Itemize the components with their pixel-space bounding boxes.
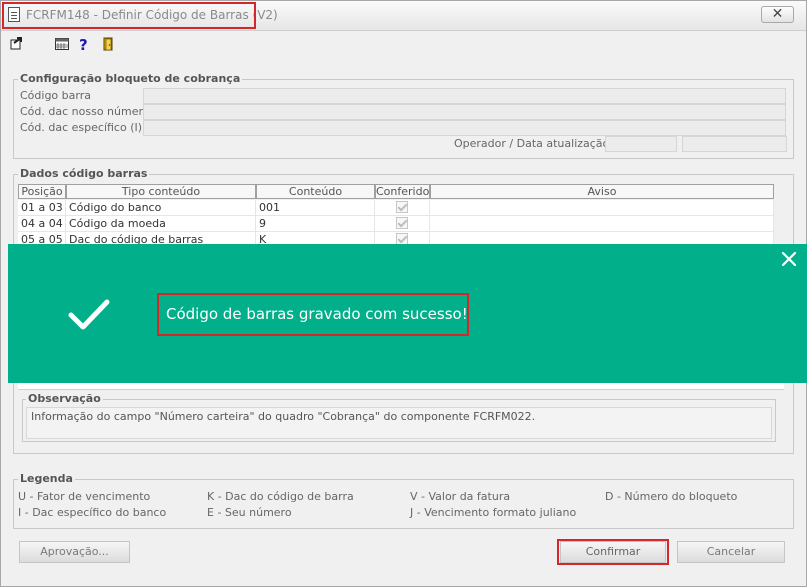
col-header-conteudo[interactable]: Conteúdo [256, 184, 375, 199]
table-cell-aviso[interactable] [430, 216, 774, 232]
table-cell-tipo[interactable]: Código da moeda [66, 216, 256, 232]
export-icon[interactable] [10, 37, 24, 51]
main-window: FCRFM148 - Definir Código de Barras (V2)… [0, 0, 807, 587]
aprovacao-button[interactable]: Aprovação... [19, 541, 130, 563]
observacao-group: Observação Informação do campo "Número c… [22, 392, 776, 442]
cancelar-button[interactable]: Cancelar [677, 541, 785, 563]
table-cell-conteudo[interactable]: 9 [256, 216, 375, 232]
legenda-item: D - Número do bloqueto [605, 490, 738, 503]
table-cell-aviso[interactable] [430, 200, 774, 216]
observacao-text: Informação do campo "Número carteira" do… [26, 407, 772, 439]
dados-legend: Dados código barras [18, 167, 150, 180]
window-close-button[interactable]: ✕ [761, 6, 794, 23]
table-cell-tipo[interactable]: Código do banco [66, 200, 256, 216]
legenda-group: Legenda [13, 472, 794, 529]
col-header-aviso[interactable]: Aviso [430, 184, 774, 199]
toast-message: Código de barras gravado com sucesso! [157, 293, 469, 336]
col-header-posicao[interactable]: Posição [18, 184, 66, 199]
table-cell-posicao[interactable]: 01 a 03 [18, 200, 66, 216]
table-cell-conteudo[interactable]: 001 [256, 200, 375, 216]
legenda-item: I - Dac específico do banco [18, 506, 167, 519]
legenda-item: U - Fator de vencimento [18, 490, 151, 503]
close-icon[interactable] [781, 251, 797, 267]
svg-text:?: ? [79, 37, 88, 51]
col-header-tipo[interactable]: Tipo conteúdo [66, 184, 256, 199]
dac-especifico-field[interactable] [143, 120, 786, 136]
dac-especifico-label: Cód. dac específico (I) [20, 121, 143, 134]
observacao-legend: Observação [26, 392, 103, 405]
success-toast: Código de barras gravado com sucesso! [8, 244, 807, 383]
dac-nosso-numero-label: Cód. dac nosso número [20, 105, 150, 118]
legenda-item: V - Valor da fatura [410, 490, 511, 503]
legenda-legend: Legenda [18, 472, 75, 485]
codigo-barra-label: Código barra [20, 89, 91, 102]
confirmar-highlight-box [557, 539, 669, 565]
operador-field[interactable] [605, 136, 677, 152]
legenda-item: J - Vencimento formato juliano [410, 506, 577, 519]
table-body-continuation [18, 383, 784, 390]
config-legend: Configuração bloqueto de cobrança [18, 72, 243, 85]
title-bar: FCRFM148 - Definir Código de Barras (V2)… [1, 1, 806, 31]
legenda-item: K - Dac do código de barra [207, 490, 354, 503]
help-icon[interactable]: ? [77, 37, 91, 51]
exit-door-icon[interactable] [101, 37, 115, 51]
title-highlight-box [2, 2, 256, 29]
dac-nosso-numero-field[interactable] [143, 104, 786, 120]
checkmark-icon [68, 299, 110, 330]
conferido-checkbox[interactable] [396, 201, 408, 213]
calendar-icon[interactable] [55, 37, 69, 51]
data-atualizacao-field[interactable] [682, 136, 787, 152]
table-cell-posicao[interactable]: 04 a 04 [18, 216, 66, 232]
col-header-conferido[interactable]: Conferido [375, 184, 430, 199]
codigo-barra-field[interactable] [143, 88, 786, 104]
conferido-checkbox[interactable] [396, 217, 408, 229]
operador-data-label: Operador / Data atualização [454, 137, 610, 150]
legenda-item: E - Seu número [207, 506, 292, 519]
